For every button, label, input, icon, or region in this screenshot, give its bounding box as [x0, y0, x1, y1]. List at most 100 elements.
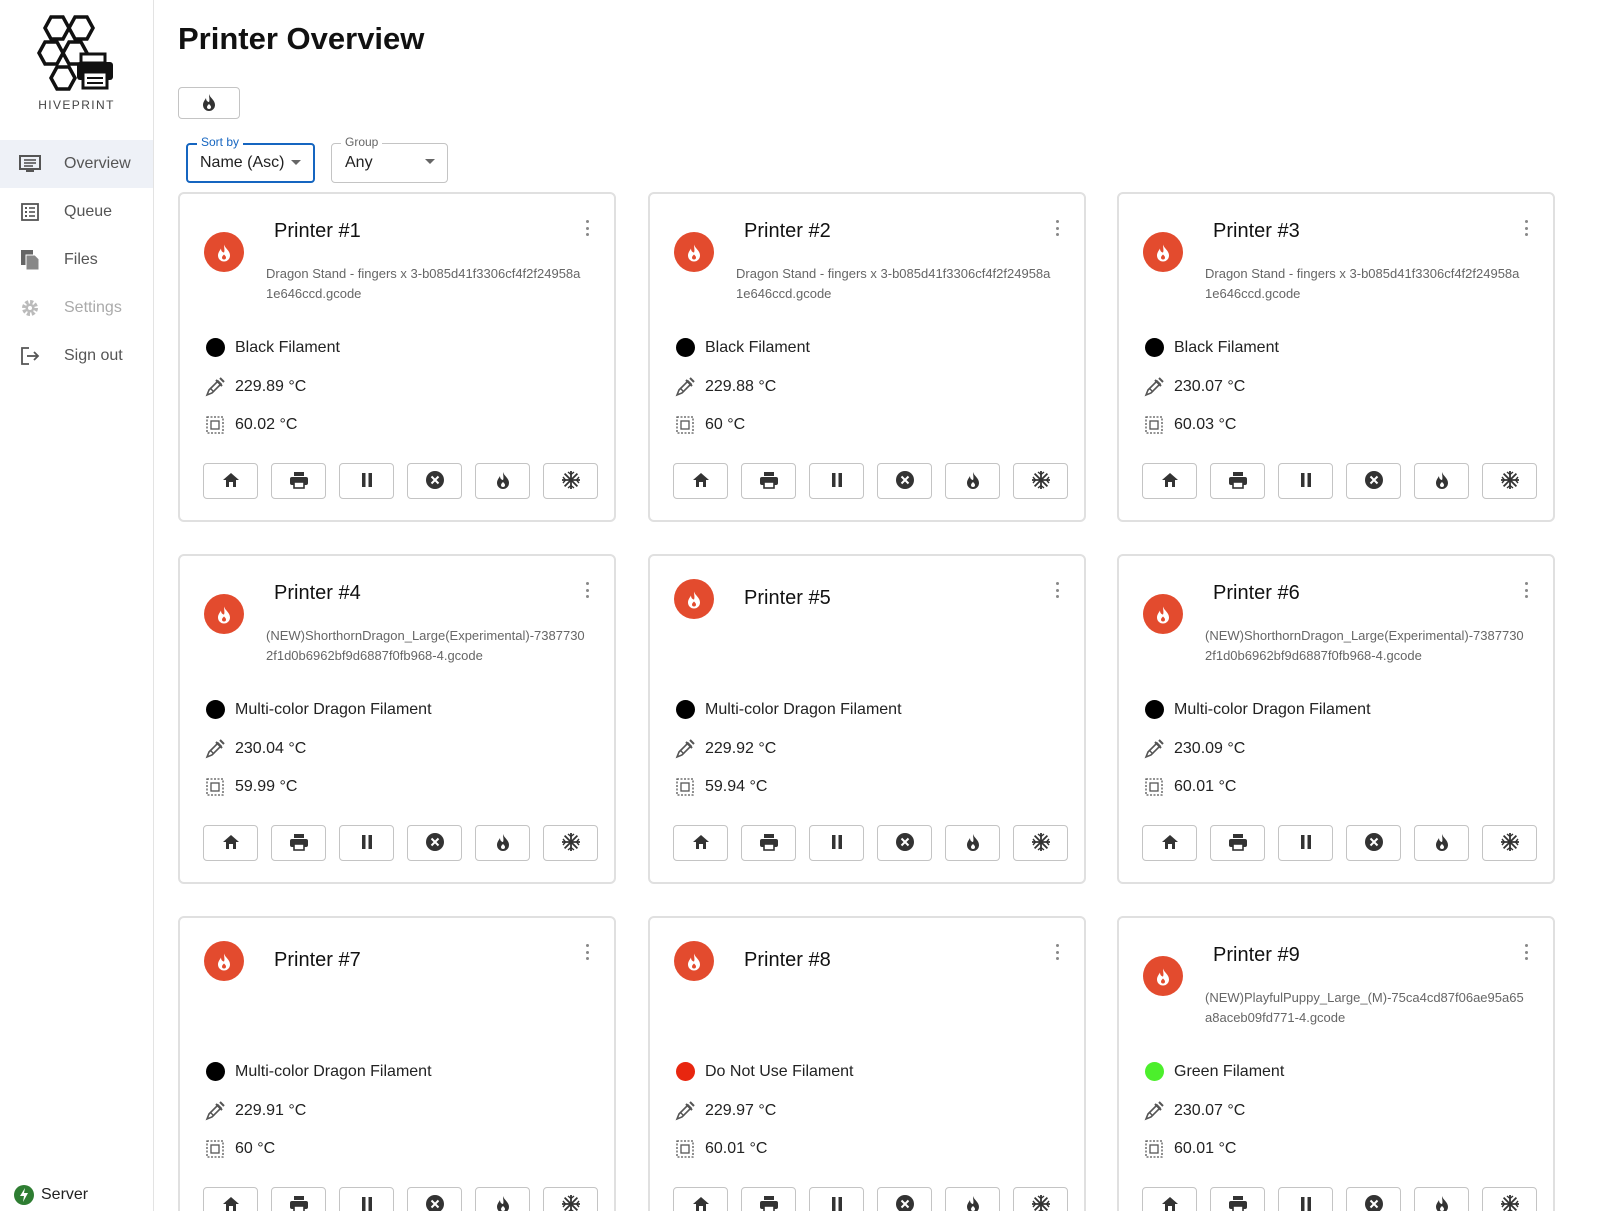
cancel-button[interactable] [1346, 1187, 1401, 1211]
pause-button[interactable] [809, 825, 864, 861]
pause-button[interactable] [1278, 1187, 1333, 1211]
pause-button[interactable] [1278, 463, 1333, 499]
cooldown-button[interactable] [1482, 825, 1537, 861]
home-button[interactable] [673, 463, 728, 499]
pause-icon [831, 834, 843, 852]
home-button[interactable] [673, 1187, 728, 1211]
home-button[interactable] [1142, 1187, 1197, 1211]
cooldown-button[interactable] [1482, 1187, 1537, 1211]
more-vert-icon[interactable] [1056, 220, 1060, 236]
printer-actions [203, 825, 598, 861]
server-status[interactable]: Server [14, 1185, 88, 1205]
server-label: Server [41, 1186, 89, 1203]
cancel-button[interactable] [1346, 825, 1401, 861]
cooldown-button[interactable] [543, 463, 598, 499]
filament-name: Black Filament [235, 338, 340, 356]
sidebar-item-queue[interactable]: Queue [0, 188, 153, 236]
pause-button[interactable] [1278, 825, 1333, 861]
print-button[interactable] [271, 1187, 326, 1211]
more-vert-icon[interactable] [586, 582, 590, 598]
heat-button[interactable] [945, 463, 1000, 499]
more-vert-icon[interactable] [586, 220, 590, 236]
heat-button[interactable] [945, 1187, 1000, 1211]
print-button[interactable] [271, 825, 326, 861]
pause-button[interactable] [339, 1187, 394, 1211]
sidebar-item-sign-out[interactable]: Sign out [0, 332, 153, 380]
cooldown-button[interactable] [1013, 825, 1068, 861]
printer-name: Printer #7 [274, 949, 361, 971]
cancel-button[interactable] [877, 825, 932, 861]
cancel-button[interactable] [1346, 463, 1401, 499]
home-button[interactable] [203, 1187, 258, 1211]
cancel-button[interactable] [407, 825, 462, 861]
cooldown-button[interactable] [543, 1187, 598, 1211]
cooldown-button[interactable] [1013, 1187, 1068, 1211]
pause-button[interactable] [809, 1187, 864, 1211]
pause-button[interactable] [339, 825, 394, 861]
cooldown-button[interactable] [543, 825, 598, 861]
home-button[interactable] [203, 463, 258, 499]
pause-button[interactable] [339, 463, 394, 499]
more-vert-icon[interactable] [1525, 220, 1529, 236]
more-vert-icon[interactable] [1525, 582, 1529, 598]
heat-button[interactable] [1414, 463, 1469, 499]
print-icon [1228, 471, 1248, 492]
print-icon [1228, 833, 1248, 854]
bed-temperature: 60 °C [235, 1140, 276, 1157]
printer-card: Printer #1 Dragon Stand - fingers x 3-b0… [178, 192, 616, 522]
home-button[interactable] [673, 825, 728, 861]
more-vert-icon[interactable] [1056, 582, 1060, 598]
monitor-icon [18, 152, 42, 176]
heat-button[interactable] [1414, 1187, 1469, 1211]
print-button[interactable] [271, 463, 326, 499]
cancel-icon [895, 832, 915, 855]
sidebar-item-overview[interactable]: Overview [0, 140, 153, 188]
print-button[interactable] [741, 1187, 796, 1211]
sidebar-item-settings[interactable]: Settings [0, 284, 153, 332]
home-button[interactable] [1142, 825, 1197, 861]
group-select[interactable]: Group Any [331, 135, 448, 183]
home-button[interactable] [1142, 463, 1197, 499]
cooldown-button[interactable] [1482, 463, 1537, 499]
print-button[interactable] [741, 463, 796, 499]
more-vert-icon[interactable] [1056, 944, 1060, 960]
print-button[interactable] [741, 825, 796, 861]
cancel-button[interactable] [877, 463, 932, 499]
print-button[interactable] [1210, 463, 1265, 499]
home-button[interactable] [203, 825, 258, 861]
heat-button[interactable] [945, 825, 1000, 861]
cancel-button[interactable] [407, 463, 462, 499]
printer-actions [673, 1187, 1068, 1211]
print-icon [759, 471, 779, 492]
sort-value: Name (Asc) [200, 154, 285, 171]
more-vert-icon[interactable] [586, 944, 590, 960]
cooldown-button[interactable] [1013, 463, 1068, 499]
pause-button[interactable] [809, 463, 864, 499]
printer-status-heating-icon [1143, 232, 1183, 272]
hotend-row: 229.92 °C [674, 739, 776, 759]
printer-card: Printer #4 (NEW)ShorthornDragon_Large(Ex… [178, 554, 616, 884]
sidebar-item-files[interactable]: Files [0, 236, 153, 284]
hotend-temperature: 229.97 °C [705, 1102, 777, 1119]
filament-row: Multi-color Dragon Filament [1143, 700, 1371, 719]
sort-select[interactable]: Sort by Name (Asc) [186, 135, 315, 183]
sidebar-item-label: Files [64, 251, 98, 268]
heat-button[interactable] [475, 1187, 530, 1211]
heat-button[interactable] [475, 825, 530, 861]
heat-button[interactable] [1414, 825, 1469, 861]
heat-button[interactable] [475, 463, 530, 499]
more-vert-icon[interactable] [1525, 944, 1529, 960]
cancel-icon [1364, 1194, 1384, 1211]
sidebar-item-label: Queue [64, 203, 113, 220]
pause-icon [1300, 472, 1312, 490]
print-button[interactable] [1210, 825, 1265, 861]
heat-all-button[interactable] [178, 87, 240, 119]
hotend-temperature: 229.91 °C [235, 1102, 307, 1119]
print-button[interactable] [1210, 1187, 1265, 1211]
filament-color-dot [1144, 700, 1164, 719]
cancel-button[interactable] [407, 1187, 462, 1211]
printer-actions [1142, 825, 1537, 861]
cancel-icon [895, 470, 915, 493]
cancel-button[interactable] [877, 1187, 932, 1211]
nozzle-icon [674, 377, 696, 397]
